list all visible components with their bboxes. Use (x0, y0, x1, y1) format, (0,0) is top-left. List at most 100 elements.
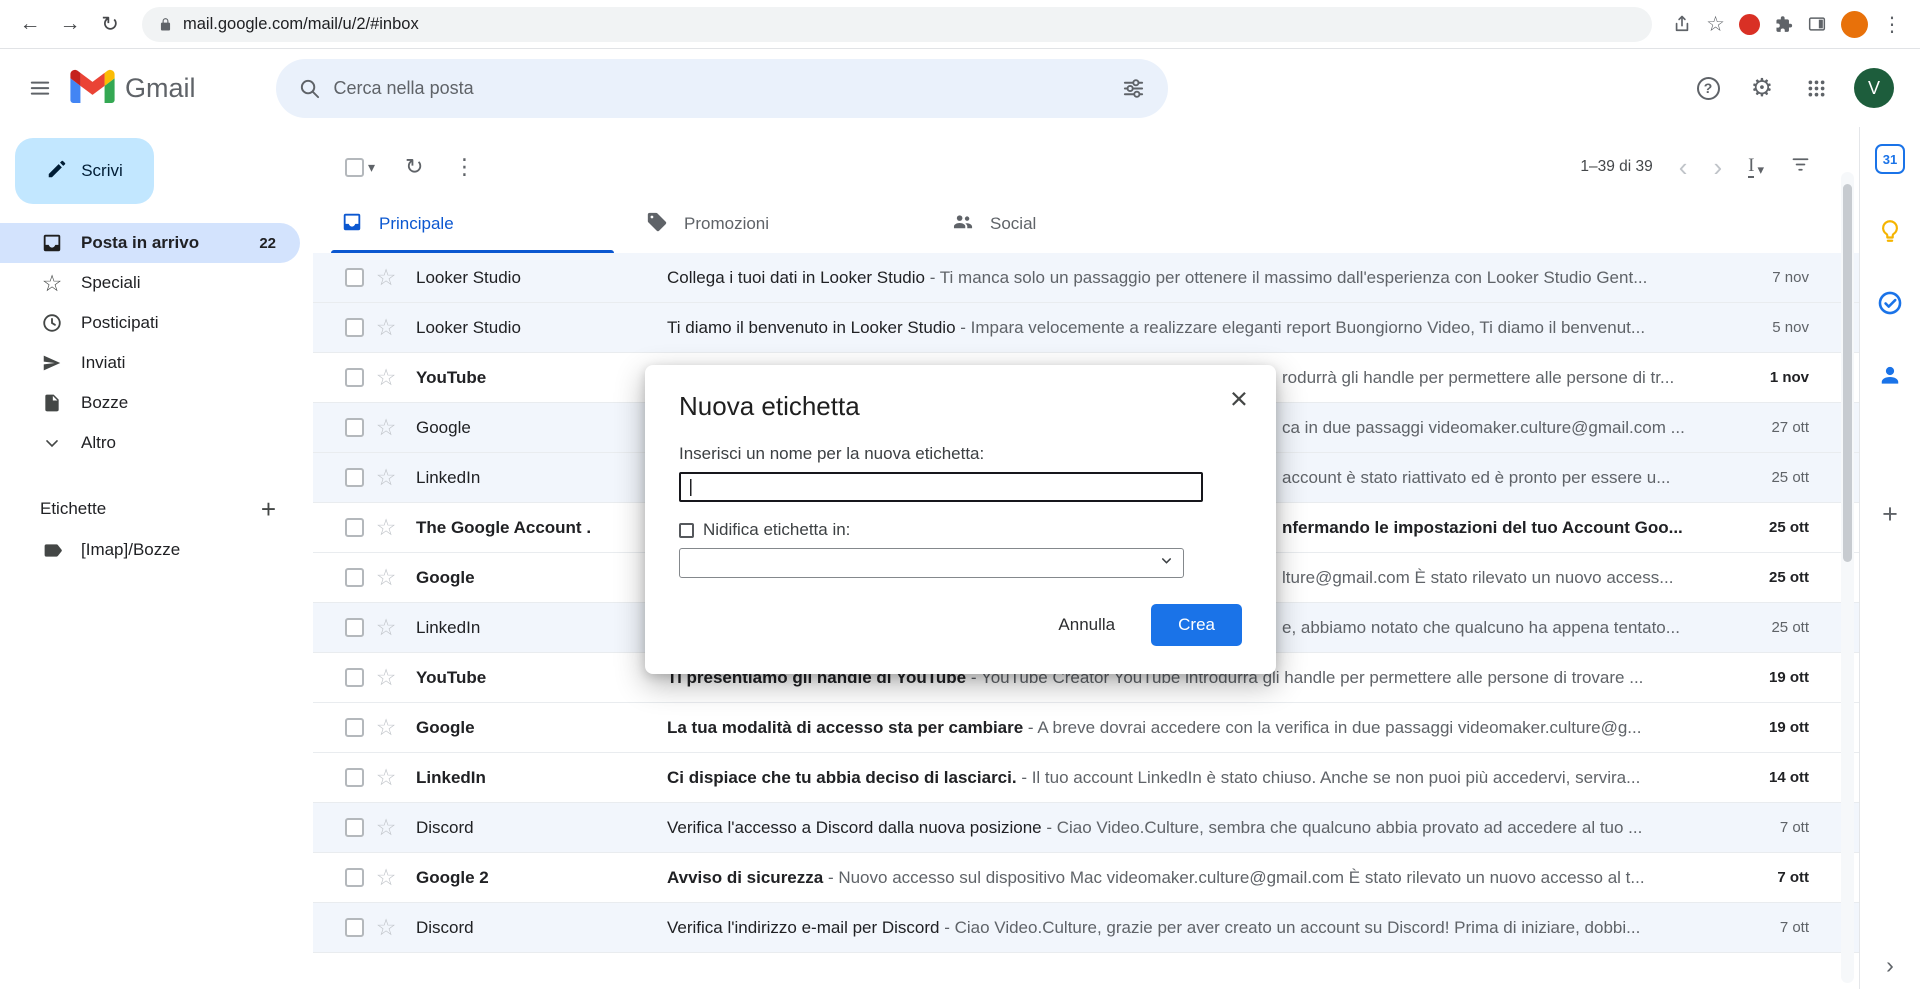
star-icon[interactable]: ☆ (374, 716, 398, 739)
settings-gear-icon[interactable]: ⚙ (1738, 64, 1786, 112)
email-checkbox[interactable] (345, 568, 364, 587)
email-row[interactable]: ☆ Google 2 Avviso di sicurezza - Nuovo a… (313, 853, 1859, 903)
email-row[interactable]: ☆ Google La tua modalità di accesso sta … (313, 703, 1859, 753)
close-icon[interactable]: × (1230, 383, 1248, 414)
cancel-button[interactable]: Annulla (1058, 615, 1115, 635)
bookmark-star-icon[interactable]: ☆ (1706, 12, 1725, 37)
reading-pane-filter-icon[interactable] (1790, 154, 1811, 180)
keep-lightbulb-icon[interactable] (1874, 215, 1906, 247)
dialog-actions: Annulla Crea (679, 604, 1242, 646)
star-icon[interactable]: ☆ (374, 316, 398, 339)
contacts-icon[interactable] (1874, 359, 1906, 391)
search-options-tune-icon[interactable] (1110, 64, 1158, 112)
email-date: 7 ott (1717, 819, 1809, 836)
email-sender: Discord (416, 818, 661, 838)
email-date: 5 nov (1717, 319, 1809, 336)
refresh-icon[interactable]: ↻ (405, 156, 423, 178)
select-all-checkbox[interactable]: ▾ (345, 158, 375, 177)
tab-promozioni[interactable]: Promozioni (628, 195, 933, 253)
address-bar[interactable]: mail.google.com/mail/u/2/#inbox (142, 7, 1652, 42)
star-icon[interactable]: ☆ (374, 516, 398, 539)
email-checkbox[interactable] (345, 718, 364, 737)
star-icon[interactable]: ☆ (374, 866, 398, 889)
email-checkbox[interactable] (345, 318, 364, 337)
star-icon[interactable]: ☆ (374, 466, 398, 489)
search-icon[interactable] (286, 64, 334, 112)
email-sender: The Google Account . (416, 518, 661, 538)
email-row[interactable]: ☆ LinkedIn Ci dispiace che tu abbia deci… (313, 753, 1859, 803)
tab-principale[interactable]: Principale (323, 195, 628, 253)
browser-menu-icon[interactable]: ⋮ (1882, 12, 1902, 37)
star-icon[interactable]: ☆ (374, 666, 398, 689)
email-checkbox[interactable] (345, 368, 364, 387)
label-name-input[interactable] (679, 472, 1203, 502)
browser-back-button[interactable]: ← (12, 6, 48, 42)
sidebar-item-starred[interactable]: ☆ Speciali (0, 263, 300, 303)
browser-forward-button[interactable]: → (52, 6, 88, 42)
star-icon[interactable]: ☆ (374, 416, 398, 439)
star-icon[interactable]: ☆ (374, 766, 398, 789)
nest-checkbox[interactable] (679, 523, 694, 538)
older-page-chevron-icon[interactable]: › (1713, 154, 1722, 180)
create-button[interactable]: Crea (1151, 604, 1242, 646)
star-icon[interactable]: ☆ (374, 266, 398, 289)
search-input[interactable] (334, 59, 1110, 118)
compose-button[interactable]: Scrivi (15, 138, 154, 204)
email-checkbox[interactable] (345, 268, 364, 287)
email-checkbox[interactable] (345, 518, 364, 537)
google-apps-grid-icon[interactable] (1792, 64, 1840, 112)
email-checkbox[interactable] (345, 468, 364, 487)
sidebar-label-imap-bozze[interactable]: [Imap]/Bozze (0, 530, 300, 570)
email-row[interactable]: ☆ Looker Studio Ti diamo il benvenuto in… (313, 303, 1859, 353)
tab-label: Social (990, 214, 1036, 234)
browser-profile-avatar[interactable] (1841, 11, 1868, 38)
sidebar-item-sent[interactable]: Inviati (0, 343, 300, 383)
create-label-plus-icon[interactable]: + (261, 494, 300, 525)
main-menu-hamburger-icon[interactable] (16, 64, 64, 112)
pencil-icon (46, 158, 68, 185)
more-options-icon[interactable]: ⋮ (453, 156, 475, 178)
account-avatar[interactable]: V (1854, 68, 1894, 108)
calendar-icon[interactable]: 31 (1874, 143, 1906, 175)
email-row[interactable]: ☆ Discord Verifica l'accesso a Discord d… (313, 803, 1859, 853)
newer-page-chevron-icon[interactable]: ‹ (1679, 154, 1688, 180)
adblock-extension-icon[interactable] (1739, 14, 1760, 35)
email-checkbox[interactable] (345, 418, 364, 437)
email-checkbox[interactable] (345, 768, 364, 787)
compose-label: Scrivi (81, 161, 123, 181)
email-row[interactable]: ☆ Discord Verifica l'indirizzo e-mail pe… (313, 903, 1859, 953)
parent-label-select[interactable] (679, 548, 1184, 578)
star-icon[interactable]: ☆ (374, 616, 398, 639)
get-addons-plus-icon[interactable]: + (1882, 501, 1898, 528)
email-checkbox[interactable] (345, 618, 364, 637)
star-icon[interactable]: ☆ (374, 916, 398, 939)
hide-side-panel-chevron-icon[interactable]: › (1886, 952, 1894, 979)
sidebar-item-label: Inviati (81, 353, 125, 373)
sidebar-item-inbox[interactable]: Posta in arrivo 22 (0, 223, 300, 263)
email-checkbox[interactable] (345, 818, 364, 837)
email-checkbox[interactable] (345, 668, 364, 687)
email-checkbox[interactable] (345, 868, 364, 887)
email-snippet: e, abbiamo notato che qualcuno ha appena… (1282, 618, 1680, 637)
star-icon[interactable]: ☆ (374, 566, 398, 589)
scrollbar-thumb[interactable] (1843, 184, 1852, 562)
sidebar-item-drafts[interactable]: Bozze (0, 383, 300, 423)
gmail-logo[interactable]: Gmail (70, 69, 196, 108)
email-date: 1 nov (1717, 369, 1809, 386)
side-panel-icon[interactable] (1807, 14, 1827, 34)
list-scrollbar[interactable] (1841, 172, 1854, 983)
star-icon[interactable]: ☆ (374, 816, 398, 839)
sidebar-item-snoozed[interactable]: Posticipati (0, 303, 300, 343)
email-snippet: lture@gmail.com È stato rilevato un nuov… (1282, 568, 1673, 587)
share-icon[interactable] (1672, 14, 1692, 34)
help-icon[interactable]: ? (1684, 64, 1732, 112)
email-checkbox[interactable] (345, 918, 364, 937)
tasks-icon[interactable] (1874, 287, 1906, 319)
sidebar-item-more[interactable]: Altro (0, 423, 300, 463)
email-row[interactable]: ☆ Looker Studio Collega i tuoi dati in L… (313, 253, 1859, 303)
tab-social[interactable]: Social (933, 195, 1238, 253)
star-icon[interactable]: ☆ (374, 366, 398, 389)
browser-refresh-button[interactable]: ↻ (92, 6, 128, 42)
extensions-puzzle-icon[interactable] (1774, 15, 1793, 34)
input-tools-icon[interactable]: I ▾ (1748, 156, 1764, 178)
